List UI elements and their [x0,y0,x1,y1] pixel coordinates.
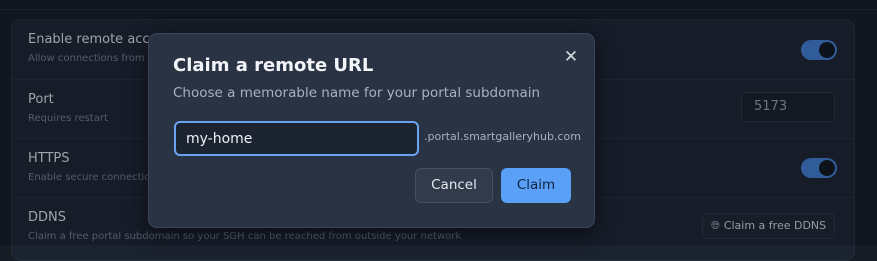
subdomain-input[interactable] [174,121,419,156]
close-icon[interactable]: ✕ [562,48,580,66]
claim-button[interactable]: Claim [501,168,571,203]
claim-url-dialog: Claim a remote URL Choose a memorable na… [148,33,595,228]
dialog-title: Claim a remote URL [173,55,374,76]
dialog-subtitle: Choose a memorable name for your portal … [173,85,541,101]
domain-suffix: .portal.smartgalleryhub.com [424,130,581,143]
cancel-button[interactable]: Cancel [415,168,493,203]
